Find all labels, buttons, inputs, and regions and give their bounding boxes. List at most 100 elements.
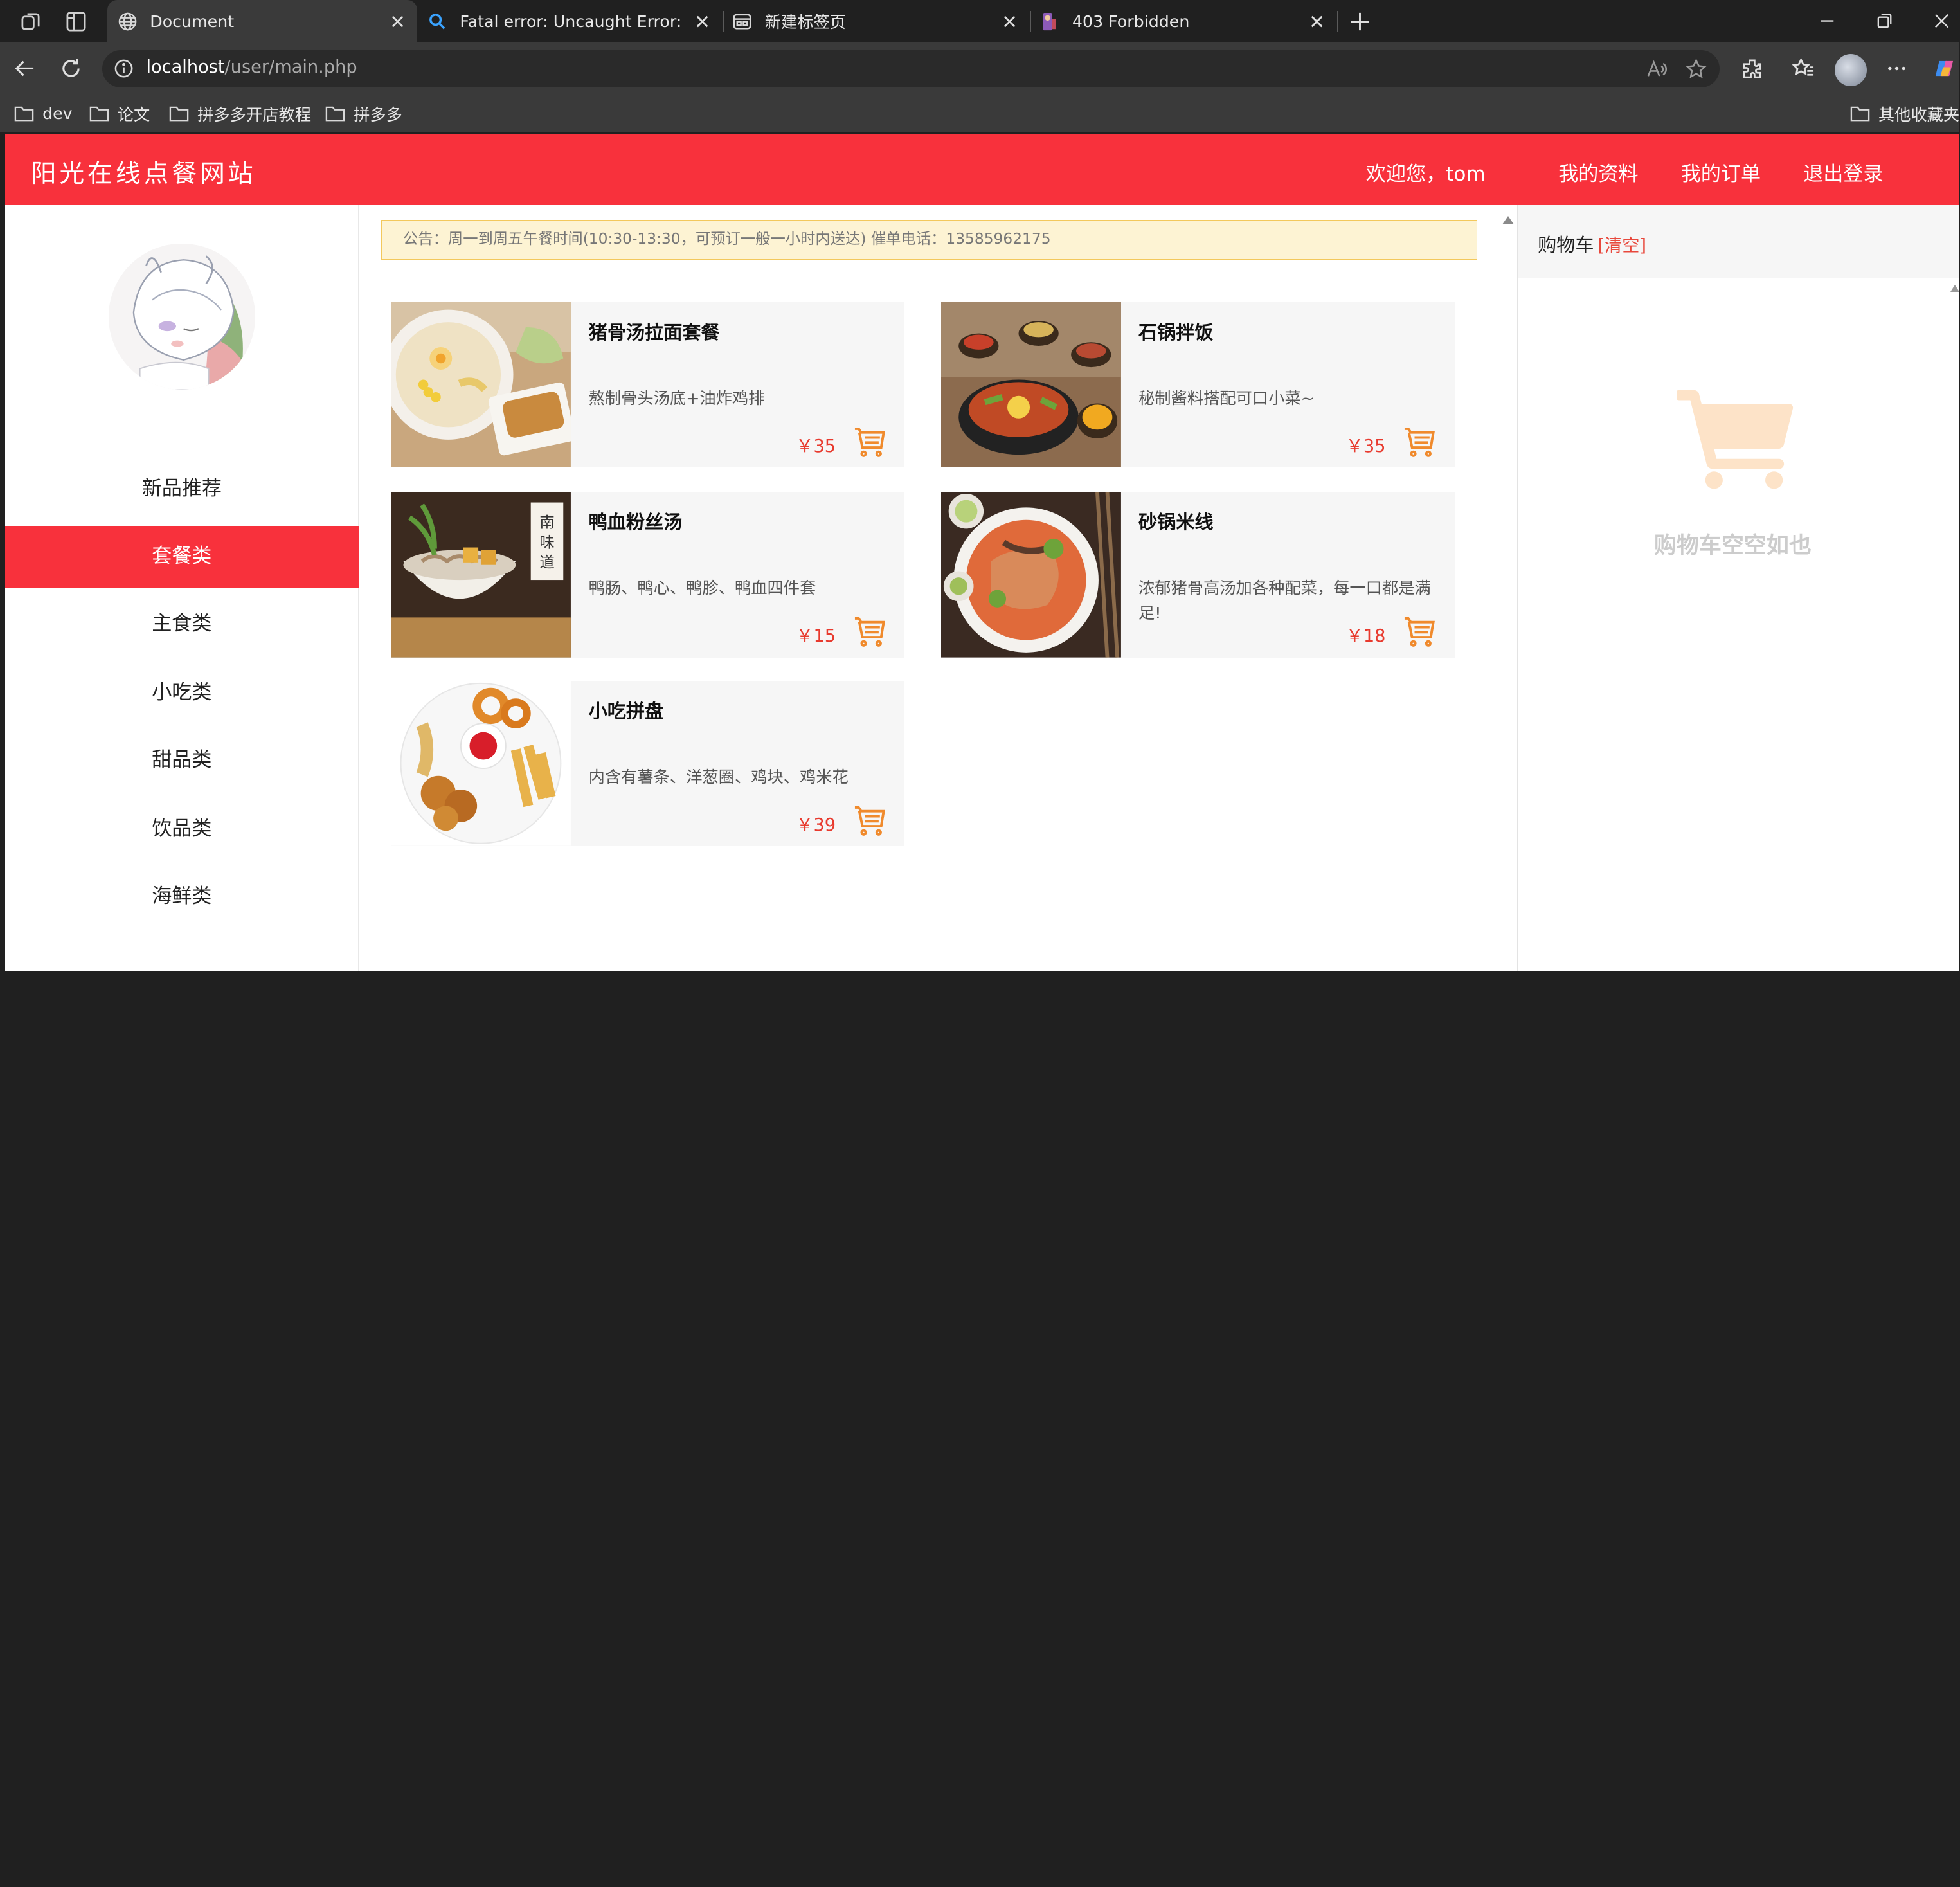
address-bar: localhost/user/main.php	[0, 42, 1960, 95]
reload-icon[interactable]	[60, 57, 82, 80]
product-price: ￥18	[1345, 626, 1386, 647]
url-host: localhost	[146, 57, 225, 78]
copilot-icon[interactable]	[1933, 57, 1956, 80]
category-sidebar: 新品推荐 套餐类 主食类 小吃类 甜品类 饮品类 海鲜类	[4, 204, 359, 971]
clear-cart-link[interactable]: [清空]	[1597, 236, 1646, 256]
favorite-star-icon[interactable]	[1686, 59, 1707, 80]
tab-fatal-error[interactable]: Fatal error: Uncaught Error: Call to	[417, 0, 722, 42]
my-profile-link[interactable]: 我的资料	[1558, 158, 1638, 186]
add-to-cart-icon[interactable]	[854, 426, 886, 458]
product-name: 石锅拌饭	[1138, 321, 1214, 343]
welcome-text: 欢迎您，tom	[1365, 162, 1486, 186]
tab-new-tab[interactable]: 新建标签页	[723, 0, 1030, 42]
product-description: 鸭肠、鸭心、鸭胗、鸭血四件套	[588, 579, 816, 598]
newtab-icon	[733, 14, 751, 29]
bookmark-other-favorites[interactable]: 其他收藏夹	[1849, 102, 1959, 125]
empty-cart-message: 购物车空空如也	[1653, 533, 1812, 559]
bookmark-label: 论文	[117, 105, 150, 124]
folder-icon	[1850, 106, 1870, 122]
restore-icon[interactable]	[1875, 11, 1894, 31]
menu-staple-food[interactable]: 主食类	[5, 593, 359, 655]
bookmark-folder-pdd-tutorial[interactable]: 拼多多开店教程	[168, 102, 311, 125]
close-tab-icon[interactable]	[1000, 12, 1020, 32]
tab-strip: Document Fatal error: Uncaught Error: Ca…	[0, 0, 1960, 43]
menu-seafood[interactable]: 海鲜类	[5, 866, 359, 927]
add-to-cart-icon[interactable]	[1403, 426, 1436, 458]
more-menu-icon[interactable]	[1885, 57, 1908, 80]
globe-icon	[118, 12, 137, 30]
add-to-cart-icon[interactable]	[854, 616, 886, 647]
scroll-up-arrow-icon[interactable]	[1502, 216, 1514, 225]
folder-icon	[170, 106, 189, 122]
svg-text:味: 味	[540, 534, 555, 551]
web-page: 阳光在线点餐网站 欢迎您，tom 我的资料 我的订单 退出登录 新品推荐 套餐类…	[4, 134, 1960, 971]
menu-set-meals[interactable]: 套餐类	[4, 526, 359, 588]
minimize-icon[interactable]	[1817, 11, 1837, 31]
user-avatar	[109, 244, 255, 390]
product-price: ￥15	[796, 626, 836, 647]
cart-title: 购物车	[1538, 233, 1594, 256]
product-photo	[391, 302, 571, 468]
logout-link[interactable]: 退出登录	[1803, 158, 1883, 186]
site-info-icon[interactable]	[114, 59, 134, 78]
close-window-icon[interactable]	[1932, 11, 1952, 31]
extensions-icon[interactable]	[1741, 57, 1763, 80]
new-tab-plus-icon[interactable]	[1349, 10, 1371, 33]
menu-snacks[interactable]: 小吃类	[5, 662, 359, 723]
tab-title: 403 Forbidden	[1072, 12, 1190, 31]
product-card[interactable]: 猪骨汤拉面套餐 熬制骨头汤底+油炸鸡排 ￥35	[391, 302, 905, 468]
product-description: 内含有薯条、洋葱圈、鸡块、鸡米花	[588, 767, 849, 786]
site-header: 阳光在线点餐网站 欢迎您，tom 我的资料 我的订单 退出登录	[4, 134, 1960, 205]
product-card[interactable]: 砂锅米线 浓郁猪骨高汤加各种配菜，每一口都是满足! ￥18	[940, 492, 1455, 658]
product-price: ￥35	[796, 436, 836, 456]
profile-avatar[interactable]	[1834, 53, 1867, 87]
cart-title-row: 购物车 [清空]	[1538, 230, 1646, 257]
back-arrow-icon[interactable]	[13, 57, 36, 80]
product-name: 猪骨汤拉面套餐	[588, 321, 720, 343]
close-tab-icon[interactable]	[1307, 12, 1327, 32]
read-aloud-icon[interactable]	[1646, 59, 1668, 80]
menu-desserts[interactable]: 甜品类	[5, 730, 359, 791]
url-field[interactable]: localhost/user/main.php	[102, 50, 1720, 88]
bookmark-folder-dev[interactable]: dev	[13, 102, 73, 125]
tab-actions-icon[interactable]	[65, 10, 87, 33]
bookmarks-bar: dev 论文 拼多多开店教程 拼多多 其他收藏夹	[0, 95, 1960, 133]
cart-scroll-up-icon[interactable]	[1950, 285, 1959, 293]
product-card[interactable]: 石锅拌饭 秘制酱料搭配可口小菜~ ￥35	[940, 302, 1455, 468]
product-description: 浓郁猪骨高汤加各种配菜，每一口都是满足!	[1138, 579, 1431, 623]
url-path: /user/main.php	[224, 57, 357, 78]
browser-window: Document Fatal error: Uncaught Error: Ca…	[0, 0, 1960, 971]
shopping-cart-panel: 购物车 [清空] 购物车空空如也	[1517, 204, 1960, 971]
workspaces-icon[interactable]	[20, 10, 42, 33]
cart-header: 购物车 [清空]	[1518, 204, 1960, 279]
product-photo	[940, 492, 1121, 658]
tab-title: 新建标签页	[764, 13, 847, 32]
add-to-cart-icon[interactable]	[854, 805, 886, 836]
menu-new-recommendations[interactable]: 新品推荐	[5, 458, 359, 519]
folder-icon	[326, 106, 345, 122]
site-title: 阳光在线点餐网站	[31, 159, 256, 189]
tab-403-forbidden[interactable]: 403 Forbidden	[1030, 0, 1337, 42]
product-price: ￥39	[796, 815, 836, 835]
svg-text:道: 道	[540, 554, 555, 572]
empty-cart-icon	[1676, 390, 1794, 489]
favorites-icon[interactable]	[1792, 57, 1815, 80]
product-photo	[940, 302, 1121, 468]
close-tab-icon[interactable]	[388, 12, 408, 32]
product-price: ￥35	[1345, 436, 1386, 456]
bookmark-label: 其他收藏夹	[1878, 105, 1960, 124]
bookmark-folder-papers[interactable]: 论文	[89, 102, 150, 125]
add-to-cart-icon[interactable]	[1403, 616, 1436, 647]
close-tab-icon[interactable]	[692, 12, 712, 32]
product-card[interactable]: 南 味 道 鸭血粉丝汤 鸭肠、鸭心、鸭胗、鸭血四件套 ￥15	[391, 492, 905, 658]
product-name: 鸭血粉丝汤	[588, 511, 683, 534]
menu-drinks[interactable]: 饮品类	[5, 799, 359, 860]
product-photo	[391, 681, 571, 847]
product-description: 秘制酱料搭配可口小菜~	[1138, 388, 1315, 408]
product-card[interactable]: 小吃拼盘 内含有薯条、洋葱圈、鸡块、鸡米花 ￥39	[391, 681, 905, 847]
bookmark-folder-pdd[interactable]: 拼多多	[325, 102, 402, 125]
svg-text:南: 南	[540, 514, 555, 531]
tab-document[interactable]: Document	[107, 0, 418, 43]
my-orders-link[interactable]: 我的订单	[1681, 158, 1761, 186]
bookmark-label: 拼多多开店教程	[197, 105, 312, 124]
